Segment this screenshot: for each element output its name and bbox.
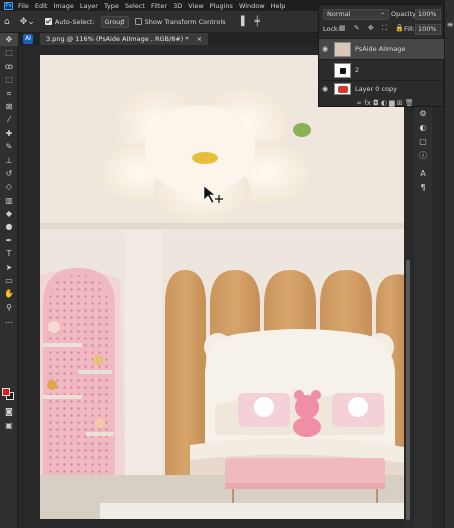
brush-tool-icon[interactable]: ✎ (0, 140, 18, 153)
scrollbar-thumb[interactable] (406, 260, 410, 520)
move-tool-icon[interactable]: ✥ (0, 33, 18, 47)
document-tab-title: 3.png @ 116% (PsAide AIImage , RGB/8#) * (46, 35, 189, 43)
menu-image[interactable]: Image (53, 2, 73, 10)
home-icon[interactable]: ⌂ (4, 17, 10, 27)
info-icon[interactable]: ⓘ (414, 149, 432, 163)
auto-select-checkbox[interactable] (44, 18, 52, 25)
adjustments-icon[interactable]: ◐ (414, 121, 432, 135)
align-left-icon[interactable]: ▐ (238, 17, 245, 27)
blend-mode-dropdown[interactable]: Normal (323, 8, 389, 20)
fill-field[interactable]: 100% (415, 24, 441, 35)
show-transform-label: Show Transform Controls (144, 17, 226, 26)
gradient-tool-icon[interactable]: ▥ (0, 194, 18, 207)
lock-label: Lock: (323, 25, 341, 33)
fill-label: Fill: (404, 25, 415, 33)
character-icon[interactable]: A (414, 167, 432, 181)
flower-lamp (100, 87, 311, 222)
layers-panel: Normal Opacity: 100% Lock: ▦ ✎ ✥ ⛶ 🔒 Fil… (318, 4, 445, 107)
bed (190, 329, 404, 475)
eye-icon[interactable]: ◉ (319, 45, 331, 53)
menu-type[interactable]: Type (104, 2, 119, 10)
right-dock: ⚙ ◐ ▢ ⓘ A ¶ (414, 107, 432, 528)
menu-plugins[interactable]: Plugins (210, 2, 233, 10)
layer-thumbnail (334, 62, 351, 78)
layer-row-layer-0-copy[interactable]: ◉ Layer 0 copy (319, 80, 445, 97)
auto-select-target-dropdown[interactable]: Group (100, 15, 129, 28)
photoshop-logo-icon[interactable]: Ps (4, 1, 13, 10)
auto-select-label: Auto-Select: (54, 17, 95, 26)
lasso-tool-icon[interactable]: ꝏ (0, 60, 18, 73)
crop-tool-icon[interactable]: ⌗ (0, 87, 18, 100)
eyedropper-tool-icon[interactable]: ⁄ (0, 113, 18, 126)
layer-name: 2 (355, 66, 360, 74)
layer-thumbnail (334, 83, 351, 95)
opacity-field[interactable]: 100% (415, 9, 441, 20)
pink-arch-shelf (40, 268, 125, 475)
menu-layer[interactable]: Layer (80, 2, 98, 10)
comments-icon[interactable]: ▢ (414, 135, 432, 149)
paragraph-icon[interactable]: ¶ (414, 181, 432, 195)
menu-file[interactable]: File (18, 2, 29, 10)
foreground-color-swatch[interactable] (2, 388, 10, 396)
vertical-scrollbar[interactable] (406, 55, 410, 528)
layer-name: Layer 0 copy (355, 85, 397, 93)
ai-plugin-icon[interactable]: AI (23, 34, 33, 44)
marquee-tool-icon[interactable]: ⬚ (0, 46, 18, 59)
tools-panel: ✥ ⬚ ꝏ ⬚ ⌗ ⊠ ⁄ ✚ ✎ ⊥ ↺ ◇ ▥ ◆ ● ✒ T ➤ ▭ ✋ … (0, 33, 18, 528)
screen-mode-icon[interactable]: ▣ (0, 419, 18, 432)
clone-stamp-tool-icon[interactable]: ⊥ (0, 154, 18, 167)
layer-row-psaide-aiimage[interactable]: ◉ PsAide AIImage (319, 38, 445, 59)
opacity-label: Opacity: (391, 10, 418, 18)
zoom-tool-icon[interactable]: ⚲ (0, 301, 18, 314)
frame-tool-icon[interactable]: ⊠ (0, 100, 18, 113)
menu-filter[interactable]: Filter (151, 2, 167, 10)
align-center-icon[interactable]: ╪ (254, 17, 259, 27)
eye-icon[interactable]: ◉ (319, 85, 331, 93)
menu-view[interactable]: View (188, 2, 203, 10)
healing-brush-tool-icon[interactable]: ✚ (0, 127, 18, 140)
properties-icon[interactable]: ⚙ (414, 107, 432, 121)
document-tab[interactable]: 3.png @ 116% (PsAide AIImage , RGB/8#) *… (40, 33, 209, 45)
layer-thumbnail (334, 41, 351, 57)
show-transform-checkbox[interactable] (134, 18, 142, 25)
menu-window[interactable]: Window (239, 2, 265, 10)
move-tool-icon[interactable]: ✥⌄ (20, 17, 35, 27)
history-brush-tool-icon[interactable]: ↺ (0, 167, 18, 180)
menu-3d[interactable]: 3D (173, 2, 182, 10)
document-image[interactable] (40, 55, 404, 519)
close-icon[interactable]: × (197, 35, 202, 43)
hand-tool-icon[interactable]: ✋ (0, 287, 18, 300)
path-select-tool-icon[interactable]: ➤ (0, 261, 18, 274)
panel-menu-icon[interactable]: ≡ (445, 18, 454, 32)
quick-mask-icon[interactable]: ◙ (0, 405, 18, 418)
more-tools-icon[interactable]: … (0, 314, 18, 327)
options-bar: ⌂ ✥⌄ Auto-Select: Group Show Transform C… (0, 11, 318, 33)
object-select-tool-icon[interactable]: ⬚ (0, 73, 18, 86)
rectangle-tool-icon[interactable]: ▭ (0, 274, 18, 287)
right-collapse-strip: ≡ (444, 0, 454, 528)
type-tool-icon[interactable]: T (0, 247, 18, 260)
dodge-tool-icon[interactable]: ● (0, 220, 18, 233)
blur-tool-icon[interactable]: ◆ (0, 207, 18, 220)
menu-edit[interactable]: Edit (35, 2, 48, 10)
menu-select[interactable]: Select (125, 2, 145, 10)
eraser-tool-icon[interactable]: ◇ (0, 180, 18, 193)
menu-help[interactable]: Help (271, 2, 286, 10)
layer-name: PsAide AIImage (355, 45, 406, 53)
lock-icons[interactable]: ▦ ✎ ✥ ⛶ 🔒 (339, 24, 407, 33)
pen-tool-icon[interactable]: ✒ (0, 234, 18, 247)
layer-row-2[interactable]: 2 (319, 59, 445, 80)
